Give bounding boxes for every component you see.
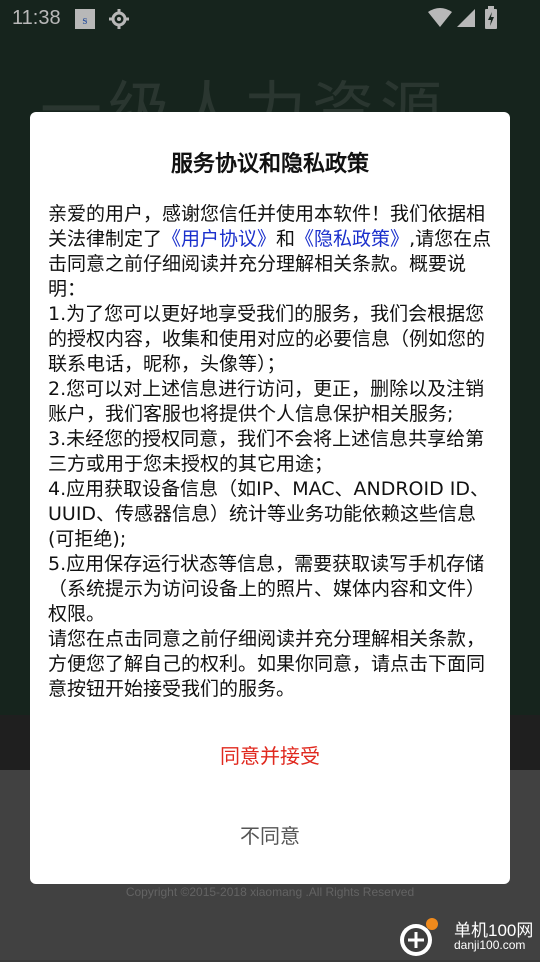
watermark-logo-icon [394, 914, 450, 962]
summary-item-5: 5.应用保存运行状态等信息，需要获取读写手机存储（系统提示为访问设备上的照片、媒… [48, 553, 486, 625]
dialog-title: 服务协议和隐私政策 [170, 152, 369, 177]
site-watermark: 单机100网 danji100.com [392, 912, 540, 960]
summary-item-1: 1.为了您可以更好地享受我们的服务，我们会根据您的授权内容，收集和使用对应的必要… [48, 303, 486, 375]
user-agreement-link[interactable]: 《用户协议》 [162, 228, 276, 250]
privacy-dialog: 服务协议和隐私政策 亲爱的用户，感谢您信任并使用本软件！我们依据相关法律制定了《… [30, 112, 510, 884]
summary-item-2: 2.您可以对上述信息进行访问，更正，删除以及注销账户，我们客服也将提供个人信息保… [48, 378, 485, 425]
watermark-domain: danji100.com [454, 938, 526, 952]
and-text: 和 [276, 228, 296, 250]
dialog-body: 亲爱的用户，感谢您信任并使用本软件！我们依据相关法律制定了《用户协议》和《隐私政… [48, 202, 494, 702]
closing-text: 请您在点击同意之前仔细阅读并充分理解相关条款，方便您了解自己的权利。如果你同意，… [48, 628, 486, 700]
agree-button[interactable]: 同意并接受 [30, 740, 510, 769]
summary-item-3: 3.未经您的授权同意，我们不会将上述信息共享给第三方或用于您未授权的其它用途； [48, 428, 485, 475]
privacy-policy-link[interactable]: 《隐私政策》 [295, 228, 409, 250]
summary-item-4: 4.应用获取设备信息（如IP、MAC、ANDROID ID、UUID、传感器信息… [48, 478, 490, 550]
disagree-button[interactable]: 不同意 [30, 820, 510, 849]
